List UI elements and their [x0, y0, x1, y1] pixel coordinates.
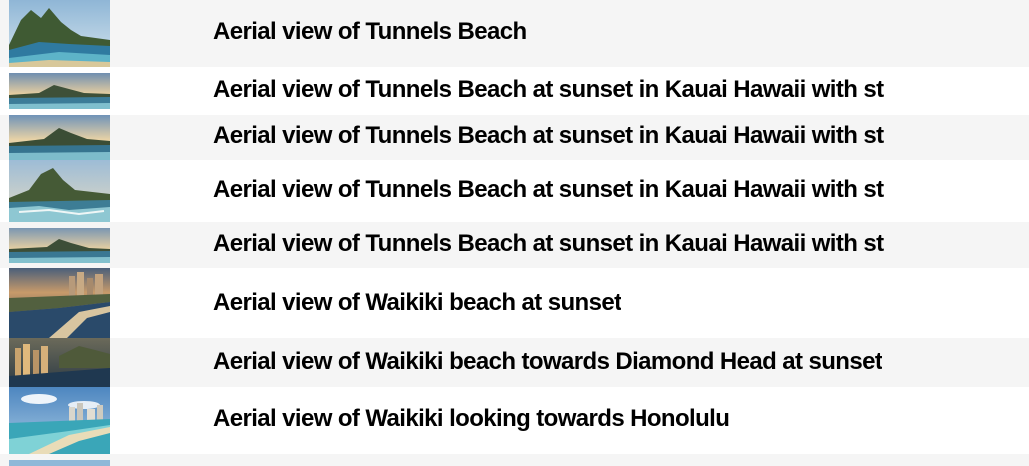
- thumbnail-image[interactable]: [9, 268, 110, 338]
- video-results-list: Aerial view of Tunnels Beach Aerial view…: [0, 0, 1029, 466]
- thumbnail-image[interactable]: [9, 0, 110, 67]
- item-title[interactable]: Aerial view of Tunnels Beach at sunset i…: [213, 122, 884, 150]
- item-title[interactable]: Aerial view of Tunnels Beach at sunset i…: [213, 230, 884, 258]
- item-title[interactable]: Aerial view of Tunnels Beach at sunset i…: [213, 76, 884, 104]
- item-title[interactable]: Aerial view of Waikiki beach at sunset: [213, 289, 621, 317]
- thumbnail-image[interactable]: [9, 460, 110, 466]
- list-item[interactable]: Aerial view of Waikiki beach towards Dia…: [0, 338, 1029, 387]
- list-item[interactable]: Aerial view of Tunnels Beach at sunset i…: [0, 160, 1029, 222]
- thumbnail-image[interactable]: [9, 387, 110, 454]
- list-item[interactable]: Aerial view of Waikiki beach at sunset: [0, 268, 1029, 338]
- list-item[interactable]: Aerial view of Tunnels Beach at sunset i…: [0, 115, 1029, 160]
- list-item[interactable]: Aerial view of Tunnels Beach at sunset i…: [0, 73, 1029, 109]
- thumbnail-image[interactable]: [9, 338, 110, 387]
- item-title[interactable]: Aerial view of Tunnels Beach at sunset i…: [213, 176, 884, 204]
- list-item[interactable]: Aerial view of Tunnels Beach: [0, 0, 1029, 67]
- list-item[interactable]: Aerial view of Tunnels Beach at sunset i…: [0, 222, 1029, 268]
- item-title[interactable]: Aerial view of Tunnels Beach: [213, 18, 527, 46]
- thumbnail-image[interactable]: [9, 160, 110, 222]
- list-item[interactable]: Aerial view of Waikiki looking towards H…: [0, 387, 1029, 454]
- thumbnail-image[interactable]: [9, 115, 110, 160]
- list-item[interactable]: [0, 454, 1029, 466]
- item-title[interactable]: Aerial view of Waikiki looking towards H…: [213, 405, 729, 433]
- item-title[interactable]: Aerial view of Waikiki beach towards Dia…: [213, 348, 882, 376]
- thumbnail-image[interactable]: [9, 228, 110, 263]
- thumbnail-image[interactable]: [9, 73, 110, 109]
